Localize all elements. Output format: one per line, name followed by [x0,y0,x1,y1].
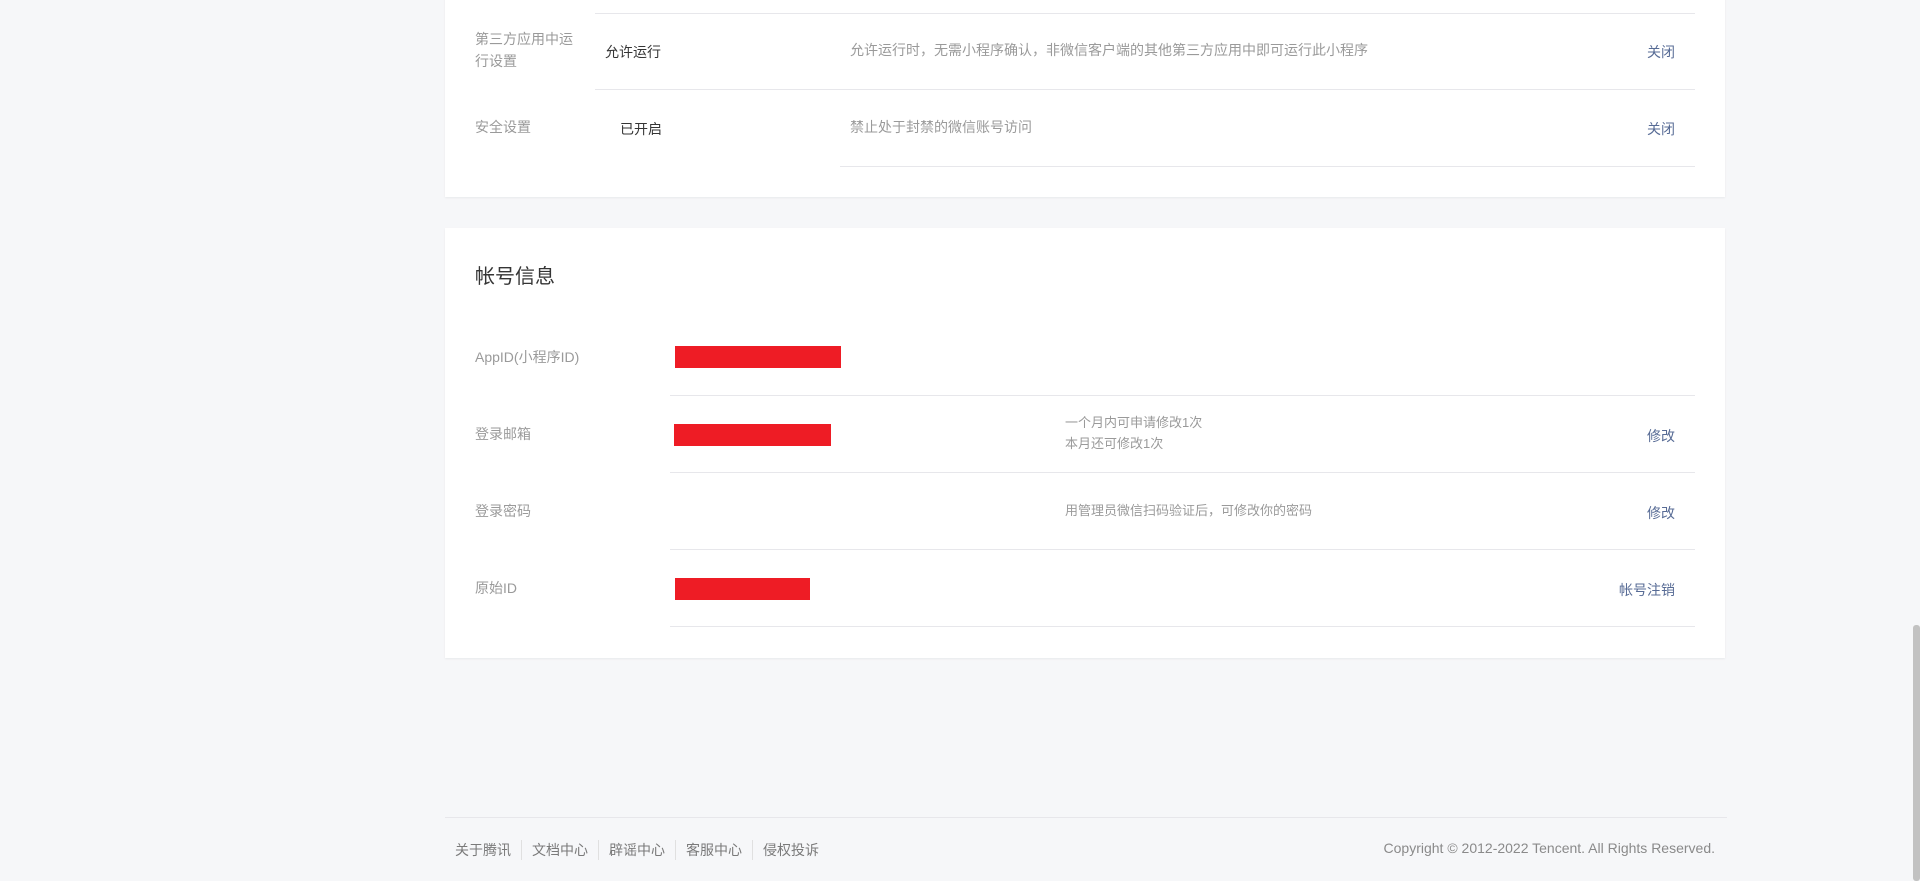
divider [670,395,1695,396]
third-party-close-link[interactable]: 关闭 [1647,42,1675,62]
security-close-link[interactable]: 关闭 [1647,119,1675,139]
footer-link-rumor[interactable]: 辟谣中心 [598,840,675,860]
footer-link-about-tencent[interactable]: 关于腾讯 [455,840,521,860]
security-label: 安全设置 [475,119,531,135]
divider [840,166,1695,167]
original-id-redacted [675,578,810,600]
divider [595,89,1695,90]
security-desc: 禁止处于封禁的微信账号访问 [850,119,1032,135]
third-party-label: 第三方应用中运行设置 [475,31,573,69]
divider [670,549,1695,550]
email-modify-link[interactable]: 修改 [1647,426,1675,446]
third-party-value: 允许运行 [605,44,661,60]
security-value: 已开启 [620,121,662,137]
account-cancel-link[interactable]: 帐号注销 [1619,580,1675,600]
original-id-label: 原始ID [475,580,517,596]
email-desc: 一个月内可申请修改1次 本月还可修改1次 [1065,412,1202,454]
footer-link-docs[interactable]: 文档中心 [521,840,598,860]
settings-card: 第三方应用中运行设置 允许运行 允许运行时，无需小程序确认，非微信客户端的其他第… [445,0,1725,197]
email-redacted [674,424,831,446]
appid-label: AppID(小程序ID) [475,349,580,365]
divider [670,626,1695,627]
footer-links: 关于腾讯 文档中心 辟谣中心 客服中心 侵权投诉 [455,840,829,860]
email-desc-line1: 一个月内可申请修改1次 [1065,415,1203,430]
email-label: 登录邮箱 [475,426,531,442]
email-desc-line2: 本月还可修改1次 [1065,436,1164,451]
footer-link-infringement[interactable]: 侵权投诉 [752,840,829,860]
account-info-card: 帐号信息 AppID(小程序ID) 登录邮箱 一个月内可申请修改1次 本月还可修… [445,228,1725,658]
footer-divider [445,817,1727,818]
password-label: 登录密码 [475,503,531,519]
card-title: 帐号信息 [475,266,555,288]
divider [595,13,1695,14]
footer-link-support[interactable]: 客服中心 [675,840,752,860]
password-modify-link[interactable]: 修改 [1647,503,1675,523]
copyright-text: Copyright © 2012-2022 Tencent. All Right… [1383,840,1715,856]
password-desc: 用管理员微信扫码验证后，可修改你的密码 [1065,503,1313,518]
third-party-desc: 允许运行时，无需小程序确认，非微信客户端的其他第三方应用中即可运行此小程序 [850,42,1368,58]
appid-redacted [675,346,841,368]
scrollbar-thumb[interactable] [1913,625,1920,881]
divider [670,472,1695,473]
